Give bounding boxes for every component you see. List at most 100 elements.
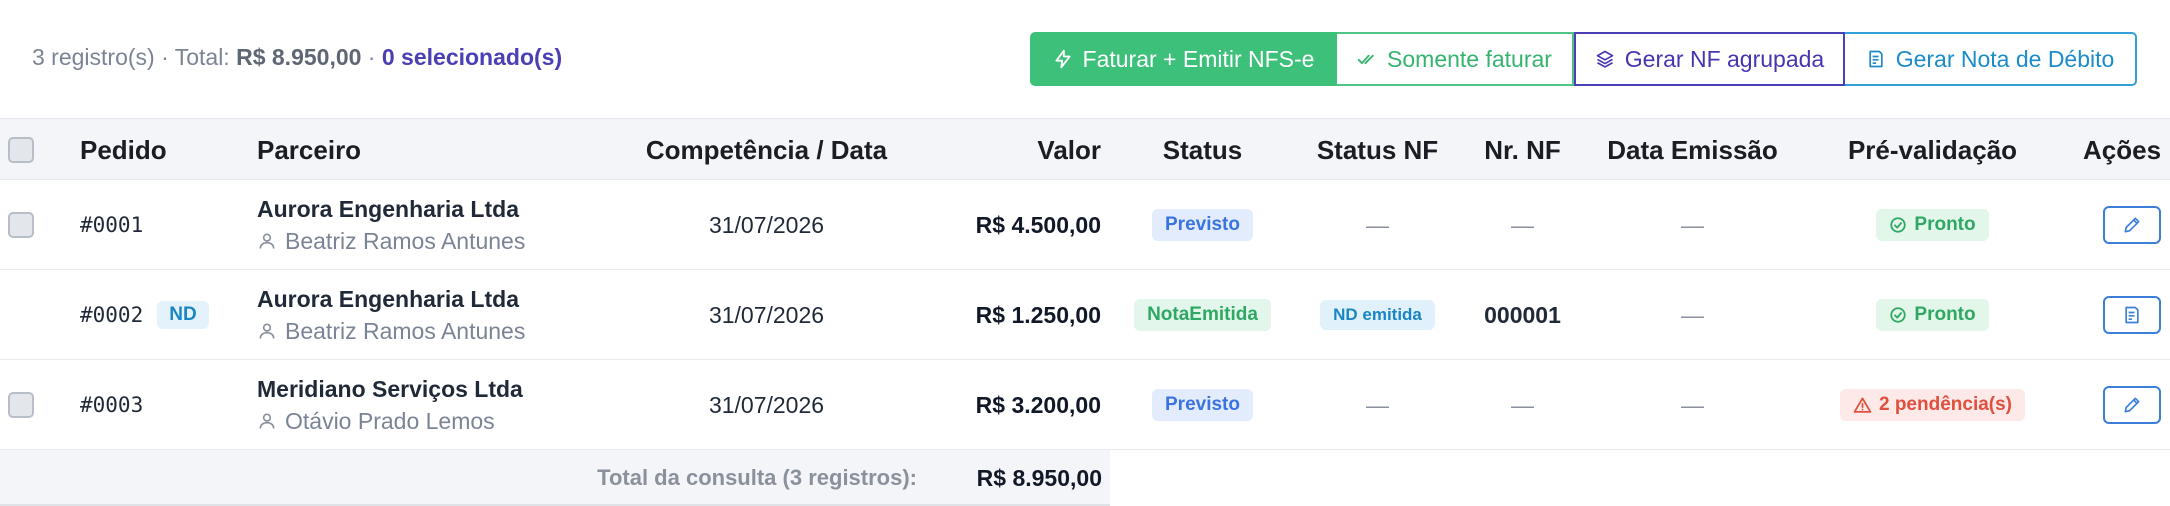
status-nf: — xyxy=(1366,391,1389,418)
status-cell: Previsto xyxy=(1120,180,1285,270)
data-emissao: — xyxy=(1681,211,1704,238)
valor-amount: R$ 3.200,00 xyxy=(975,391,1101,418)
partner-name: Meridiano Serviços Ltda xyxy=(257,376,523,402)
pre-validacao-badge[interactable]: 2 pendência(s) xyxy=(1839,389,2026,421)
valor-amount: R$ 1.250,00 xyxy=(975,301,1101,328)
status-cell: NotaEmitida xyxy=(1120,270,1285,360)
col-parceiro[interactable]: Parceiro xyxy=(257,119,361,181)
user-icon xyxy=(259,323,275,339)
col-valor[interactable]: Valor xyxy=(930,119,1101,181)
status-cell: Previsto xyxy=(1120,360,1285,450)
col-competencia[interactable]: Competência / Data xyxy=(600,119,933,181)
pedido-number[interactable]: #0002 xyxy=(80,303,143,327)
partner-name: Aurora Engenharia Ltda xyxy=(257,196,519,222)
competencia-date: 31/07/2026 xyxy=(708,301,825,328)
table-footer: Total da consulta (3 registros): R$ 8.95… xyxy=(0,450,1110,506)
table-row[interactable]: #0003 Meridiano Serviços Ltda Otávio Pra… xyxy=(0,360,2170,450)
pre-validacao-label: Pronto xyxy=(1914,304,1976,325)
partner-name: Aurora Engenharia Ltda xyxy=(257,286,519,312)
user-icon xyxy=(259,413,275,429)
row-checkbox[interactable] xyxy=(8,392,34,418)
view-debit-note-button[interactable] xyxy=(2103,296,2161,334)
user-icon xyxy=(259,233,275,249)
gerar-nota-debito-button[interactable]: Gerar Nota de Débito xyxy=(1845,32,2137,86)
partner-cell: Meridiano Serviços Ltda Otávio Prado Lem… xyxy=(257,360,523,450)
faturar-emitir-button[interactable]: Faturar + Emitir NFS-e xyxy=(1030,32,1337,86)
pre-validacao-cell: 2 pendência(s) xyxy=(1800,360,2065,450)
check-circle-icon xyxy=(1890,217,1907,233)
table-row[interactable]: #0002 ND Aurora Engenharia Ltda Beatriz … xyxy=(0,270,2170,360)
faturar-emitir-label: Faturar + Emitir NFS-e xyxy=(1082,45,1315,72)
gerar-nf-agrupada-button[interactable]: Gerar NF agrupada xyxy=(1574,32,1845,86)
footer-total-label: Total da consulta (3 registros): xyxy=(597,465,917,490)
row-checkbox-cell xyxy=(8,180,34,270)
pedido-id: #0002 ND xyxy=(80,270,209,360)
col-status[interactable]: Status xyxy=(1120,119,1285,181)
pre-validacao-cell: Pronto xyxy=(1800,270,2065,360)
row-checkbox[interactable] xyxy=(8,212,34,238)
toolbar: 3 registro(s) · Total: R$ 8.950,00 · 0 s… xyxy=(0,0,2170,118)
data-emissao: — xyxy=(1681,391,1704,418)
pedido-id[interactable]: #0001 xyxy=(80,180,143,270)
pencil-icon xyxy=(2124,217,2140,233)
nr-nf: — xyxy=(1511,211,1534,238)
status-nf-cell: ND emitida xyxy=(1295,270,1460,360)
warning-icon xyxy=(1853,397,1872,413)
edit-button[interactable] xyxy=(2103,206,2161,244)
pre-validacao-badge: Pronto xyxy=(1876,209,1989,241)
pre-validacao-label: Pronto xyxy=(1914,214,1976,235)
lightning-icon xyxy=(1054,49,1071,69)
partner-cell: Aurora Engenharia Ltda Beatriz Ramos Ant… xyxy=(257,180,525,270)
partner-contact-name: Beatriz Ramos Antunes xyxy=(285,228,526,254)
partner-contact-name: Beatriz Ramos Antunes xyxy=(285,318,526,344)
nota-debito-tag: ND xyxy=(157,301,209,329)
competencia-date: 31/07/2026 xyxy=(708,391,825,418)
status-badge: NotaEmitida xyxy=(1134,299,1271,331)
records-total: R$ 8.950,00 xyxy=(236,44,362,70)
pencil-icon xyxy=(2124,397,2140,413)
partner-cell: Aurora Engenharia Ltda Beatriz Ramos Ant… xyxy=(257,270,525,360)
col-pedido[interactable]: Pedido xyxy=(80,119,167,181)
records-count: 3 registro(s) · Total: xyxy=(32,44,237,70)
row-checkbox-cell xyxy=(8,360,34,450)
status-nf: — xyxy=(1366,211,1389,238)
edit-button[interactable] xyxy=(2103,386,2161,424)
partner-contact: Beatriz Ramos Antunes xyxy=(257,315,525,347)
nr-nf: 000001 xyxy=(1484,301,1561,328)
select-all-checkbox[interactable] xyxy=(8,137,34,163)
check-circle-icon xyxy=(1890,307,1907,323)
billing-actions: Faturar + Emitir NFS-e Somente faturar G… xyxy=(1030,32,2137,86)
somente-faturar-button[interactable]: Somente faturar xyxy=(1337,32,1574,86)
pre-validacao-cell: Pronto xyxy=(1800,180,2065,270)
actions-cell xyxy=(2103,180,2161,270)
col-nr-nf[interactable]: Nr. NF xyxy=(1460,119,1585,181)
summary-separator: · xyxy=(361,44,382,70)
col-data-emissao[interactable]: Data Emissão xyxy=(1585,119,1800,181)
partner-contact-name: Otávio Prado Lemos xyxy=(285,408,495,434)
somente-faturar-label: Somente faturar xyxy=(1387,45,1552,72)
status-badge: Previsto xyxy=(1152,209,1253,241)
col-pre-validacao[interactable]: Pré-validação xyxy=(1800,119,2065,181)
document-icon xyxy=(1869,50,1883,68)
competencia-date: 31/07/2026 xyxy=(708,211,825,238)
partner-contact: Otávio Prado Lemos xyxy=(257,405,495,437)
pre-validacao-label: 2 pendência(s) xyxy=(1878,394,2013,415)
partner-contact: Beatriz Ramos Antunes xyxy=(257,225,525,257)
table-row[interactable]: #0001 Aurora Engenharia Ltda Beatriz Ram… xyxy=(0,180,2170,270)
gerar-nf-agrupada-label: Gerar NF agrupada xyxy=(1624,45,1825,72)
data-emissao: — xyxy=(1681,301,1704,328)
double-check-icon xyxy=(1357,54,1374,65)
gerar-nota-debito-label: Gerar Nota de Débito xyxy=(1895,45,2115,72)
col-acoes: Ações xyxy=(2083,134,2162,165)
nr-nf: — xyxy=(1511,391,1534,418)
valor-amount: R$ 4.500,00 xyxy=(975,211,1101,238)
document-icon xyxy=(2125,306,2139,324)
select-all-checkbox-cell xyxy=(8,119,34,181)
status-nf-badge: ND emitida xyxy=(1320,300,1435,330)
pedido-id[interactable]: #0003 xyxy=(80,360,143,450)
records-summary: 3 registro(s) · Total: R$ 8.950,00 · 0 s… xyxy=(32,44,562,71)
footer-total-value: R$ 8.950,00 xyxy=(976,464,1102,491)
actions-cell xyxy=(2103,360,2161,450)
col-status-nf[interactable]: Status NF xyxy=(1295,119,1460,181)
actions-cell xyxy=(2103,270,2161,360)
